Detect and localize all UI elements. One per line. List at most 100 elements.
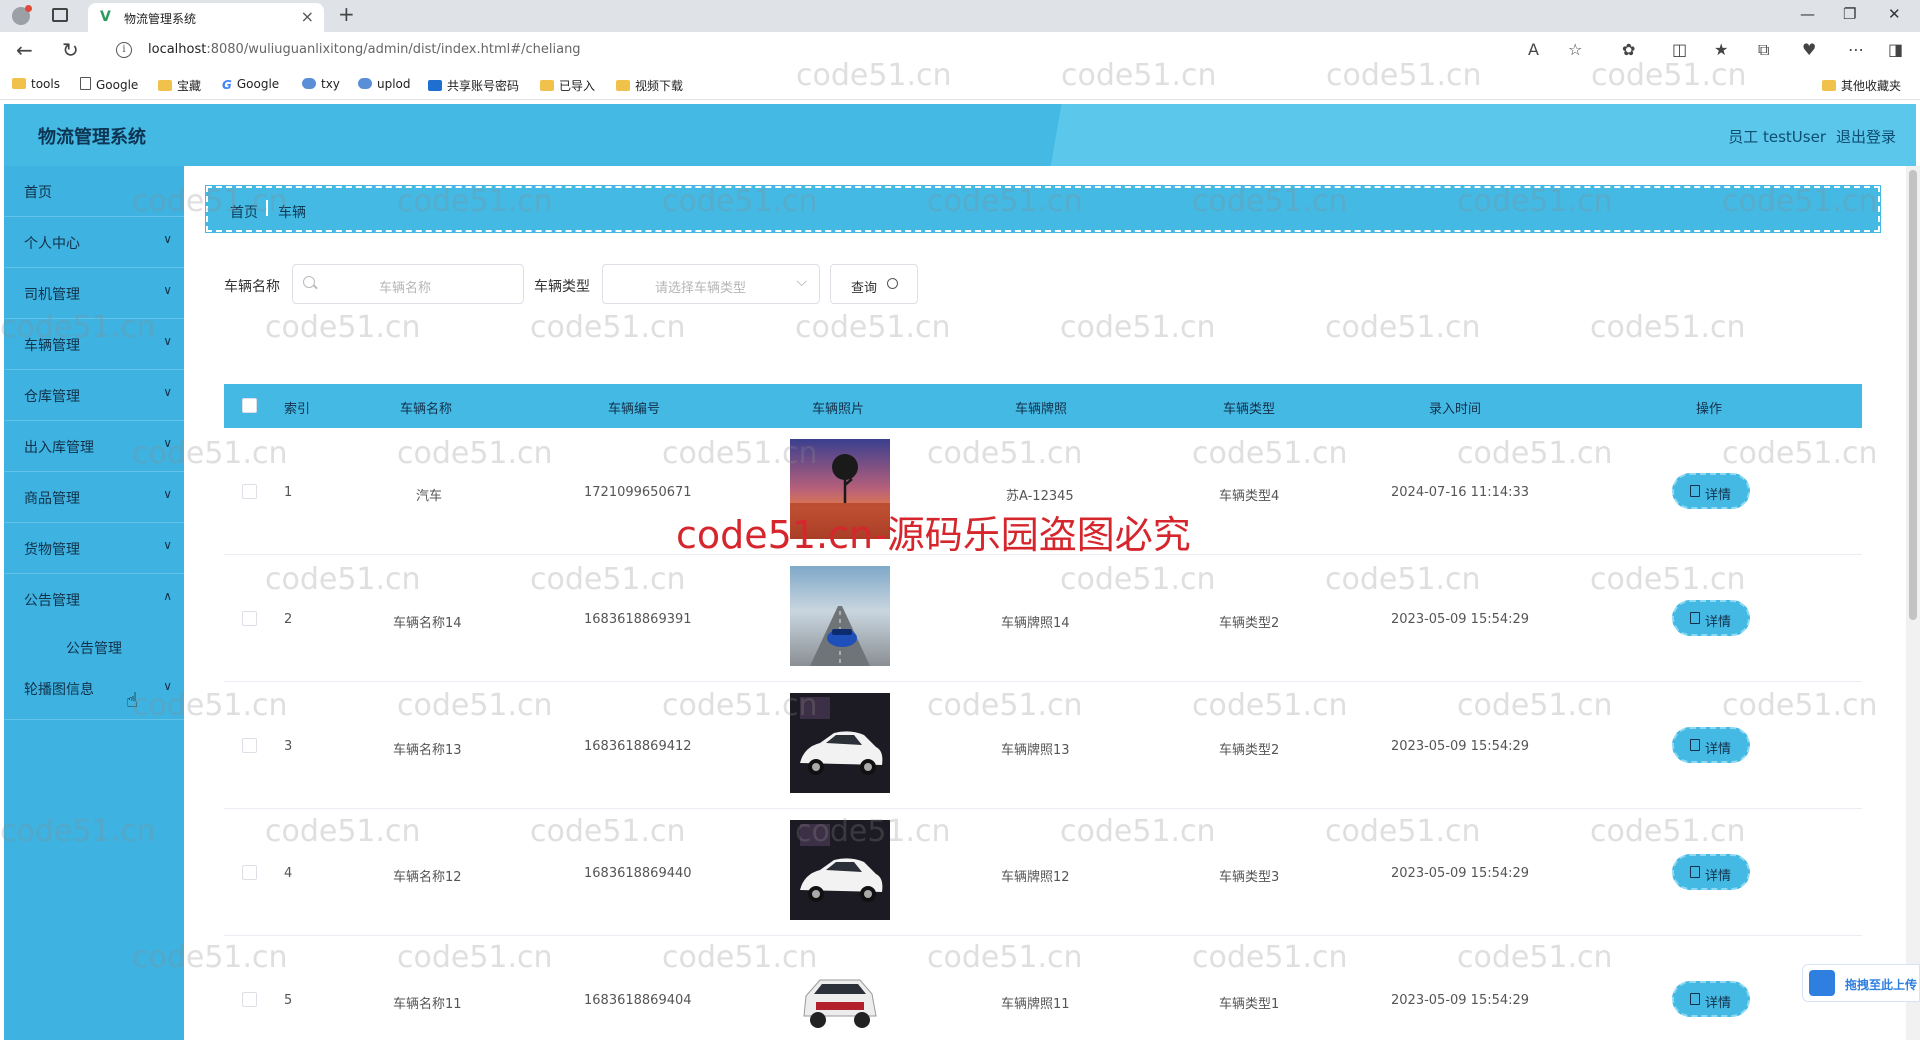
cell-vehicle-name: 车辆名称12 (393, 870, 462, 885)
more-menu-icon[interactable]: ⋯ (1848, 40, 1864, 59)
sidebar-item-vehicle-management[interactable]: 车辆管理 ∨ (4, 319, 184, 370)
document-icon (1690, 485, 1700, 497)
reload-icon[interactable]: ↻ (62, 38, 79, 62)
browser-essentials-icon[interactable]: ♥ (1802, 40, 1816, 59)
row-checkbox[interactable] (242, 738, 257, 753)
cell-index: 5 (284, 993, 293, 1008)
sidebar-item-label: 商品管理 (24, 491, 80, 507)
detail-button[interactable]: 详情 (1672, 981, 1750, 1017)
favorite-star-icon[interactable]: ☆ (1568, 40, 1582, 59)
upload-drop-widget[interactable]: 拖拽至此上传 (1802, 964, 1920, 1002)
sidebar-item-inout-management[interactable]: 出入库管理 ∨ (4, 421, 184, 472)
scrollbar-thumb[interactable] (1909, 170, 1917, 620)
google-icon: G (222, 78, 232, 92)
back-icon[interactable]: ← (16, 38, 33, 62)
minimize-icon[interactable]: — (1800, 5, 1815, 23)
sidebar-subitem-notice-management[interactable]: 公告管理 (4, 625, 184, 669)
collections-icon[interactable]: ⧉ (1758, 40, 1769, 60)
sidebar-item-label: 公告管理 (24, 593, 80, 609)
app-title: 物流管理系统 (38, 127, 146, 148)
chevron-down-icon: ∨ (163, 538, 172, 552)
cell-vehicle-code: 1721099650671 (584, 485, 692, 500)
new-tab-icon[interactable]: + (338, 2, 355, 26)
bookmark-label: 共享账号密码 (447, 79, 520, 93)
breadcrumb-home[interactable]: 首页 (230, 202, 258, 222)
header-entry-time: 录入时间 (1429, 402, 1482, 417)
bookmark-shared-accounts[interactable]: 共享账号密码 (428, 77, 519, 94)
tab-actions-icon[interactable] (52, 8, 68, 22)
bookmark-uplod[interactable]: uplod (358, 77, 411, 91)
detail-button[interactable]: 详情 (1672, 854, 1750, 890)
row-checkbox[interactable] (242, 484, 257, 499)
table-row: 3 车辆名称13 1683618869412 车辆牌照13 车辆类型2 2023… (224, 682, 1862, 809)
window-close-icon[interactable]: ✕ (1888, 5, 1901, 23)
tab-close-icon[interactable]: × (301, 7, 314, 26)
extensions-icon[interactable]: ✿ (1622, 40, 1635, 59)
bookmark-label: Google (236, 77, 280, 91)
site-info-icon[interactable]: i (116, 42, 132, 58)
cell-entry-time: 2024-07-16 11:14:33 (1391, 485, 1530, 500)
detail-button[interactable]: 详情 (1672, 727, 1750, 763)
restore-icon[interactable]: ❐ (1843, 5, 1856, 23)
sidebar-item-carousel-info[interactable]: 轮播图信息 ∨ (4, 669, 184, 720)
header-actions: 操作 (1696, 402, 1723, 417)
cell-vehicle-plate: 苏A-12345 (1006, 489, 1074, 504)
url-field[interactable]: localhost:8080/wuliuguanlixitong/admin/d… (148, 42, 581, 57)
bookmark-video-download[interactable]: 视频下载 (616, 77, 683, 94)
cell-vehicle-plate: 车辆牌照13 (1001, 743, 1070, 758)
bookmark-treasure[interactable]: 宝藏 (158, 77, 201, 94)
sidebar-item-driver-management[interactable]: 司机管理 ∨ (4, 268, 184, 319)
cell-vehicle-type: 车辆类型4 (1219, 489, 1280, 504)
header-vehicle-code: 车辆编号 (608, 402, 661, 417)
browser-tab[interactable]: V 物流管理系统 × (88, 3, 324, 32)
chevron-down-icon: ∨ (163, 487, 172, 501)
detail-button[interactable]: 详情 (1672, 600, 1750, 636)
vehicle-type-select[interactable]: 请选择车辆类型 ⌵ (602, 264, 820, 304)
sidebar-item-home[interactable]: 首页 (4, 166, 184, 217)
read-aloud-icon[interactable]: A (1528, 40, 1539, 59)
vehicle-name-input[interactable]: 车辆名称 (292, 264, 524, 304)
row-checkbox[interactable] (242, 611, 257, 626)
sidebar-item-warehouse-management[interactable]: 仓库管理 ∨ (4, 370, 184, 421)
bookmark-google[interactable]: G Google (222, 77, 279, 92)
bookmark-tools[interactable]: tools (12, 77, 60, 91)
select-all-checkbox[interactable] (242, 398, 257, 413)
search-icon (887, 278, 898, 289)
page-scrollbar[interactable] (1906, 166, 1920, 1040)
header-index: 索引 (284, 402, 311, 417)
watermark-banner: code51.cn-源码乐园盗图必究 (676, 513, 1191, 557)
favorites-icon[interactable]: ★ (1714, 40, 1728, 59)
cell-vehicle-code: 1683618869440 (584, 866, 692, 881)
sidebar-item-notice-management[interactable]: 公告管理 ∧ (4, 574, 184, 625)
vehicle-photo-white-car (790, 693, 890, 793)
split-screen-icon[interactable]: ◫ (1672, 40, 1687, 59)
sidebar-item-goods-management[interactable]: 商品管理 ∨ (4, 472, 184, 523)
sidebar-toggle-icon[interactable]: ◨ (1888, 40, 1903, 59)
profile-icon[interactable] (12, 5, 32, 25)
cell-vehicle-type: 车辆类型1 (1219, 997, 1280, 1012)
bookmark-google-page[interactable]: Google (80, 77, 138, 92)
chevron-down-icon: ∨ (163, 334, 172, 348)
table-header: 索引 车辆名称 车辆编号 车辆照片 车辆牌照 车辆类型 录入时间 操作 (224, 384, 1862, 428)
bookmark-other-favorites[interactable]: 其他收藏夹 (1822, 77, 1901, 94)
row-checkbox[interactable] (242, 992, 257, 1007)
sidebar-item-label: 出入库管理 (24, 440, 94, 456)
sidebar-item-personal-center[interactable]: 个人中心 ∨ (4, 217, 184, 268)
row-checkbox[interactable] (242, 865, 257, 880)
bookmark-txy[interactable]: txy (302, 77, 340, 91)
vehicle-type-label: 车辆类型 (534, 279, 590, 295)
cell-vehicle-plate: 车辆牌照11 (1001, 997, 1070, 1012)
detail-button[interactable]: 详情 (1672, 473, 1750, 509)
detail-button-label: 详情 (1705, 615, 1732, 630)
cloud-icon (302, 78, 316, 89)
sidebar-item-cargo-management[interactable]: 货物管理 ∨ (4, 523, 184, 574)
header-vehicle-type: 车辆类型 (1223, 402, 1276, 417)
query-button[interactable]: 查询 (830, 264, 918, 304)
logout-link[interactable]: 退出登录 (1836, 126, 1896, 147)
upload-drop-label: 拖拽至此上传 (1845, 978, 1918, 992)
document-icon (1690, 739, 1700, 751)
table-row: 4 车辆名称12 1683618869440 车辆牌照12 车辆类型3 2023… (224, 809, 1862, 936)
query-button-label: 查询 (851, 281, 878, 296)
bookmark-imported[interactable]: 已导入 (540, 77, 595, 94)
address-bar-row: ← ↻ i localhost:8080/wuliuguanlixitong/a… (0, 32, 1920, 70)
